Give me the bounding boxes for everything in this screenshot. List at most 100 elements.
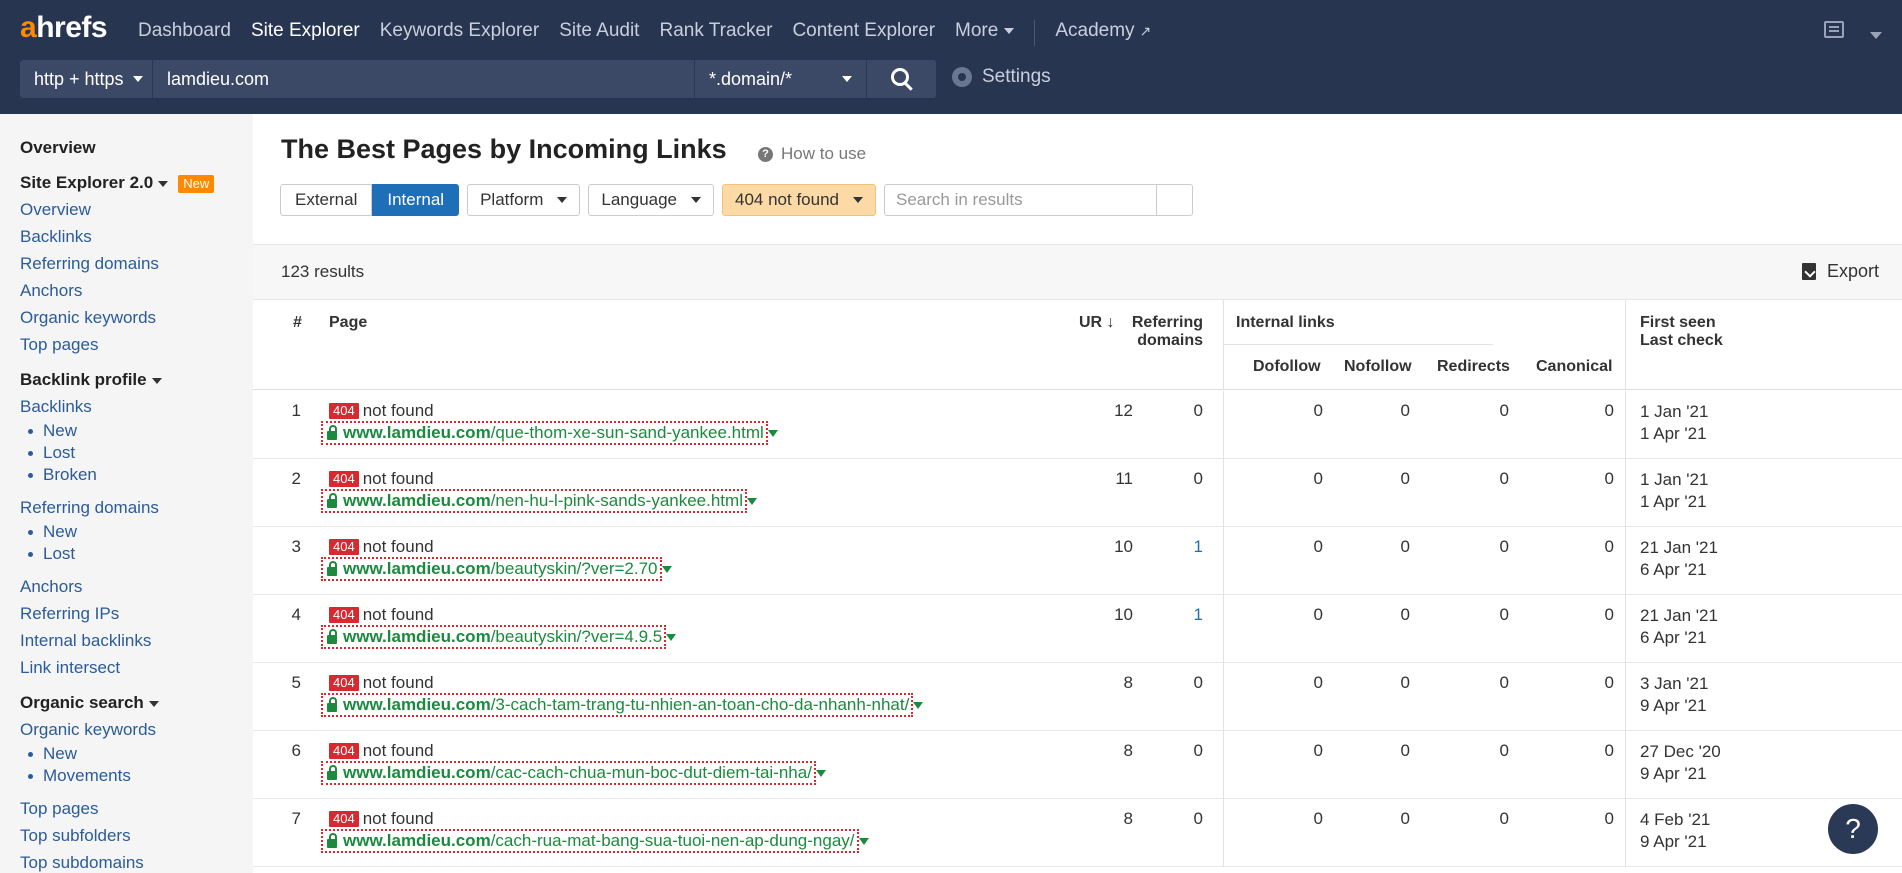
- sidebar-top-pages[interactable]: Top pages: [20, 795, 253, 822]
- chevron-down-icon[interactable]: [767, 430, 778, 437]
- sidebar-se2-anchors[interactable]: Anchors: [20, 277, 253, 304]
- nav-content-explorer[interactable]: Content Explorer: [792, 20, 935, 46]
- url-path: /cac-cach-chua-mun-boc-dut-diem-tai-nha/: [490, 763, 812, 782]
- sidebar-top-subdomains[interactable]: Top subdomains: [20, 849, 253, 873]
- sidebar-backlinks[interactable]: Backlinks: [20, 393, 253, 420]
- search-placeholder: Search in results: [896, 190, 1023, 209]
- first-seen-value: 1 Jan '21: [1640, 402, 1709, 421]
- sidebar-site-explorer-2[interactable]: Site Explorer 2.0 New: [20, 169, 253, 196]
- sidebar-backlinks-lost[interactable]: Lost: [20, 442, 253, 464]
- page-url-link[interactable]: www.lamdieu.com/cac-cach-chua-mun-boc-du…: [321, 761, 826, 785]
- nav-rank-tracker[interactable]: Rank Tracker: [659, 20, 772, 46]
- sidebar-rd-new[interactable]: New: [20, 521, 253, 543]
- page-url-link[interactable]: www.lamdieu.com/cach-rua-mat-bang-sua-tu…: [321, 829, 869, 853]
- col-referring-domains[interactable]: Referring domains: [1123, 314, 1203, 350]
- col-page[interactable]: Page: [329, 314, 367, 332]
- account-menu-chevron-icon[interactable]: [1870, 32, 1882, 39]
- page-url-link[interactable]: www.lamdieu.com/que-thom-xe-sun-sand-yan…: [321, 421, 778, 445]
- nav-dashboard[interactable]: Dashboard: [138, 20, 231, 46]
- help-button[interactable]: ?: [1828, 804, 1878, 854]
- sidebar-referring-domains[interactable]: Referring domains: [20, 494, 253, 521]
- chevron-down-icon: [158, 180, 169, 187]
- export-button[interactable]: Export: [1801, 261, 1879, 282]
- redirects-value: 0: [1499, 537, 1509, 556]
- nofollow-value: 0: [1400, 401, 1410, 420]
- chevron-down-icon: [691, 197, 702, 203]
- sidebar-internal-backlinks[interactable]: Internal backlinks: [20, 627, 253, 654]
- sidebar-se2-overview[interactable]: Overview: [20, 196, 253, 223]
- nav-keywords-explorer[interactable]: Keywords Explorer: [380, 20, 539, 46]
- notifications-icon[interactable]: [1824, 21, 1844, 38]
- column-divider: [1625, 527, 1626, 595]
- tab-external[interactable]: External: [280, 184, 373, 216]
- page-url-link[interactable]: www.lamdieu.com/nen-hu-l-pink-sands-yank…: [321, 489, 757, 513]
- dates-cell: 1 Jan '21 1 Apr '21: [1640, 401, 1708, 445]
- sidebar-ok-new[interactable]: New: [20, 743, 253, 765]
- col-ur[interactable]: UR ↓: [1079, 314, 1115, 332]
- referring-domains-value[interactable]: 1: [1143, 537, 1203, 557]
- sidebar-se2-referring-domains[interactable]: Referring domains: [20, 250, 253, 277]
- page-url-link[interactable]: www.lamdieu.com/3-cach-tam-trang-tu-nhie…: [321, 693, 924, 717]
- sidebar-organic-keywords[interactable]: Organic keywords: [20, 716, 253, 743]
- sidebar-backlinks-new[interactable]: New: [20, 420, 253, 442]
- top-navigation-bar: ahrefs Dashboard Site Explorer Keywords …: [0, 0, 1902, 114]
- col-first-seen[interactable]: First seen Last check: [1640, 314, 1723, 350]
- page-url-link[interactable]: www.lamdieu.com/beautyskin/?ver=2.70: [321, 557, 672, 581]
- status-cell: 404 not found: [329, 741, 434, 761]
- nav-site-explorer[interactable]: Site Explorer: [251, 20, 360, 46]
- ahrefs-logo[interactable]: ahrefs: [20, 11, 108, 45]
- ur-value: 8: [1123, 809, 1133, 828]
- column-divider: [1223, 731, 1224, 799]
- col-canonical[interactable]: Canonical: [1536, 358, 1612, 376]
- column-divider: [1625, 663, 1626, 731]
- sidebar-overview[interactable]: Overview: [20, 134, 253, 161]
- search-in-results-input[interactable]: Search in results: [884, 184, 1157, 216]
- nav-more[interactable]: More: [955, 20, 1015, 46]
- sidebar-se2-backlinks[interactable]: Backlinks: [20, 223, 253, 250]
- table-row: 7 404 not found www.lamdieu.com/cach-rua-ma…: [253, 799, 1902, 867]
- sidebar-backlinks-broken[interactable]: Broken: [20, 464, 253, 486]
- main-content: The Best Pages by Incoming Links ? How to…: [253, 114, 1902, 873]
- tab-internal[interactable]: Internal: [372, 184, 460, 216]
- platform-dropdown[interactable]: Platform: [467, 184, 581, 216]
- sidebar-top-subfolders[interactable]: Top subfolders: [20, 822, 253, 849]
- referring-domains-value: 0: [1193, 741, 1203, 760]
- sidebar-link-intersect[interactable]: Link intersect: [20, 654, 253, 681]
- search-results-button[interactable]: [1157, 184, 1193, 216]
- protocol-dropdown[interactable]: http + https: [20, 60, 152, 98]
- sidebar-se2-organic-keywords[interactable]: Organic keywords: [20, 304, 253, 331]
- sidebar-rd-lost[interactable]: Lost: [20, 543, 253, 565]
- chevron-down-icon: [842, 76, 852, 82]
- target-input[interactable]: lamdieu.com: [152, 60, 694, 98]
- chevron-down-icon[interactable]: [913, 702, 924, 709]
- canonical-value: 0: [1604, 605, 1614, 624]
- sidebar-referring-ips[interactable]: Referring IPs: [20, 600, 253, 627]
- nav-site-audit[interactable]: Site Audit: [559, 20, 639, 46]
- col-redirects[interactable]: Redirects: [1437, 358, 1510, 376]
- dofollow-value: 0: [1313, 469, 1323, 488]
- nav-academy[interactable]: Academy ↗: [1055, 20, 1151, 46]
- sidebar-se2-top-pages[interactable]: Top pages: [20, 331, 253, 358]
- sidebar-anchors[interactable]: Anchors: [20, 573, 253, 600]
- sidebar-ok-movements[interactable]: Movements: [20, 765, 253, 787]
- sidebar-organic-search[interactable]: Organic search: [20, 689, 253, 716]
- col-nofollow[interactable]: Nofollow: [1344, 358, 1412, 376]
- status-dropdown[interactable]: 404 not found: [722, 184, 876, 216]
- settings-button[interactable]: Settings: [952, 66, 1051, 88]
- search-button[interactable]: [866, 60, 936, 98]
- sidebar-sub-label: New: [43, 522, 78, 541]
- language-dropdown[interactable]: Language: [588, 184, 715, 216]
- referring-domains-value: 0: [1193, 401, 1203, 420]
- mode-dropdown[interactable]: *.domain/*: [694, 60, 866, 98]
- main-nav: Dashboard Site Explorer Keywords Explore…: [138, 20, 1171, 46]
- col-dofollow[interactable]: Dofollow: [1253, 358, 1321, 376]
- how-to-use-link[interactable]: ? How to use: [758, 144, 866, 164]
- chevron-down-icon[interactable]: [661, 566, 672, 573]
- chevron-down-icon[interactable]: [666, 634, 677, 641]
- chevron-down-icon[interactable]: [746, 498, 757, 505]
- sidebar-backlink-profile[interactable]: Backlink profile: [20, 366, 253, 393]
- chevron-down-icon[interactable]: [815, 770, 826, 777]
- referring-domains-value[interactable]: 1: [1143, 605, 1203, 625]
- chevron-down-icon[interactable]: [858, 838, 869, 845]
- page-url-link[interactable]: www.lamdieu.com/beautyskin/?ver=4.9.5: [321, 625, 677, 649]
